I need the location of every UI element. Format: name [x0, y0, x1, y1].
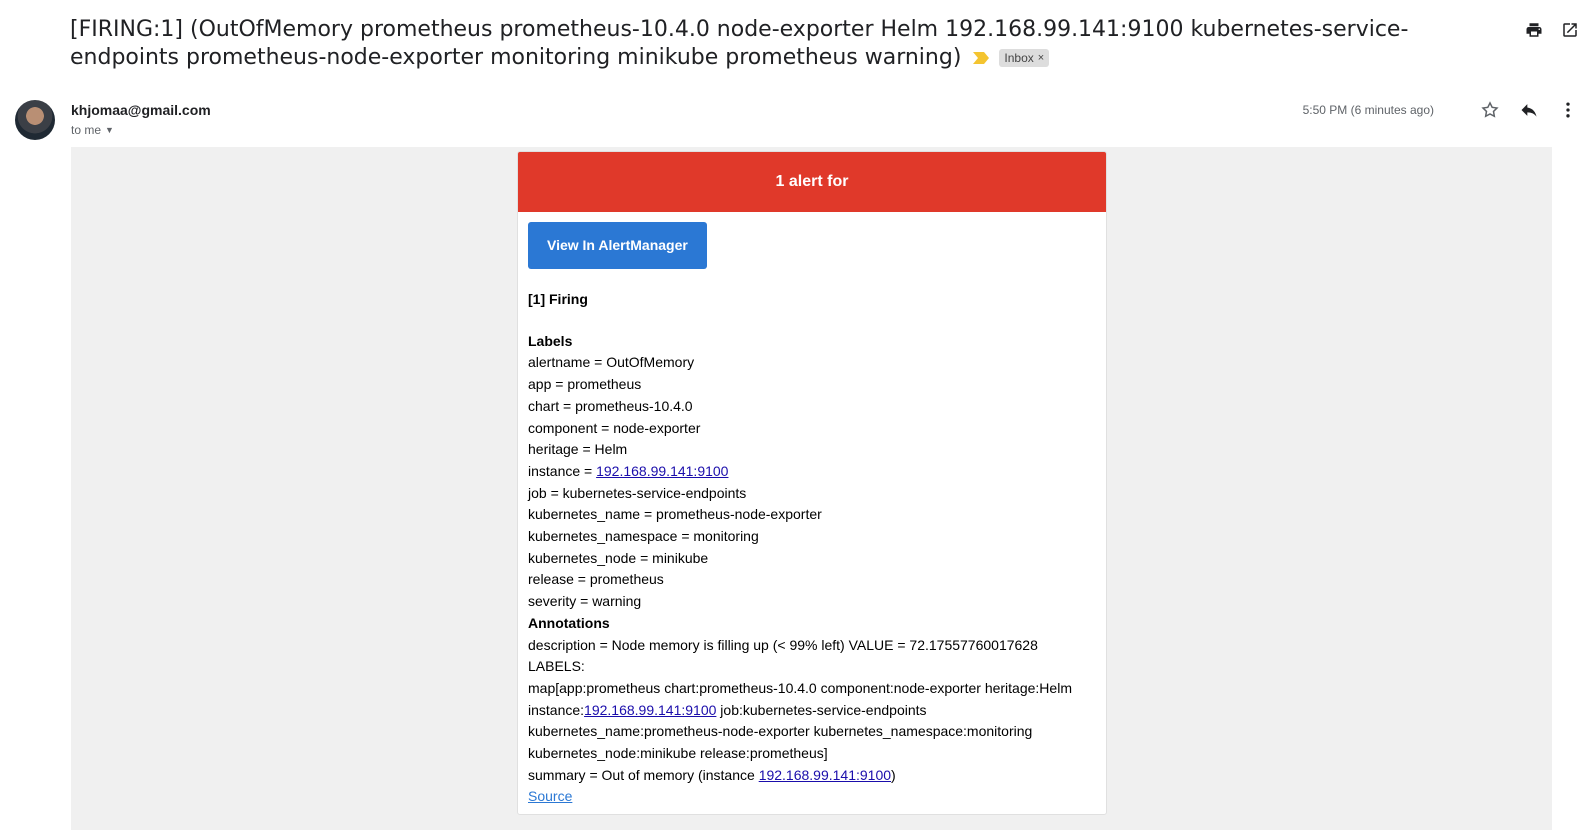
label-instance-prefix: instance = [528, 462, 597, 479]
remove-label-icon[interactable]: × [1038, 50, 1044, 66]
alert-banner: 1 alert for [518, 152, 1106, 212]
description-line-3-suffix: job:kubernetes-service-endpoints [716, 701, 927, 718]
firing-heading: [1] Firing [528, 291, 588, 307]
subject-text: [FIRING:1] (OutOfMemory prometheus prome… [70, 17, 1409, 70]
more-vert-icon[interactable] [1558, 100, 1578, 120]
description-line-2: map[app:prometheus chart:prometheus-10.4… [528, 679, 1072, 696]
sender-avatar[interactable] [15, 100, 55, 140]
label-instance: instance = 192.168.99.141:9100 [528, 461, 1096, 483]
summary-prefix: summary = Out of memory (instance [528, 766, 759, 783]
label-heritage: heritage = Helm [528, 441, 628, 458]
inbox-label[interactable]: Inbox × [999, 49, 1050, 67]
reply-icon[interactable] [1519, 100, 1539, 120]
email-body: 1 alert for View In AlertManager [1] Fir… [71, 147, 1552, 830]
label-kubernetes-namespace: kubernetes_namespace = monitoring [528, 528, 759, 545]
sender-email[interactable]: khjomaa@gmail.com [71, 102, 211, 118]
inbox-label-text: Inbox [1004, 51, 1034, 65]
source-link[interactable]: Source [528, 788, 572, 804]
label-job: job = kubernetes-service-endpoints [528, 484, 747, 501]
summary-line: summary = Out of memory (instance 192.16… [528, 765, 1096, 787]
description-line-1: description = Node memory is filling up … [528, 636, 1038, 675]
description-instance-link[interactable]: 192.168.99.141:9100 [584, 702, 716, 718]
label-kubernetes-name: kubernetes_name = prometheus-node-export… [528, 506, 822, 523]
summary-instance-link[interactable]: 192.168.99.141:9100 [759, 767, 891, 783]
open-in-new-window-icon[interactable] [1560, 20, 1580, 40]
label-chart: chart = prometheus-10.4.0 [528, 397, 693, 414]
chevron-down-icon[interactable]: ▼ [105, 125, 114, 135]
print-icon[interactable] [1524, 20, 1544, 40]
label-alertname: alertname = OutOfMemory [528, 354, 695, 371]
message-timestamp: 5:50 PM (6 minutes ago) [1302, 103, 1434, 117]
description-line-3-prefix: instance: [528, 701, 585, 718]
label-app: app = prometheus [528, 376, 642, 393]
email-subject: [FIRING:1] (OutOfMemory prometheus prome… [70, 16, 1480, 72]
recipients-toggle[interactable]: to me ▼ [71, 123, 114, 137]
labels-heading: Labels [528, 332, 573, 349]
summary-suffix: ) [891, 766, 896, 783]
label-release: release = prometheus [528, 571, 664, 588]
alert-card: 1 alert for View In AlertManager [1] Fir… [517, 151, 1107, 815]
recipients-text: to me [71, 123, 102, 137]
instance-link[interactable]: 192.168.99.141:9100 [596, 463, 728, 479]
description-line-4: kubernetes_name:prometheus-node-exporter… [528, 723, 1033, 740]
alert-content: View In AlertManager [1] Firing Labels a… [518, 212, 1106, 808]
label-severity: severity = warning [528, 593, 642, 610]
annotations-heading: Annotations [528, 614, 610, 631]
star-icon[interactable] [1480, 100, 1500, 120]
subject-toolbar [1524, 20, 1580, 40]
view-in-alertmanager-button[interactable]: View In AlertManager [528, 222, 707, 269]
description-line-3: instance:192.168.99.141:9100 job:kuberne… [528, 700, 1096, 722]
label-component: component = node-exporter [528, 419, 701, 436]
message-actions [1480, 100, 1578, 120]
label-kubernetes-node: kubernetes_node = minikube [528, 549, 709, 566]
importance-marker-icon[interactable] [973, 44, 990, 72]
description-line-5: kubernetes_node:minikube release:prometh… [528, 745, 828, 762]
